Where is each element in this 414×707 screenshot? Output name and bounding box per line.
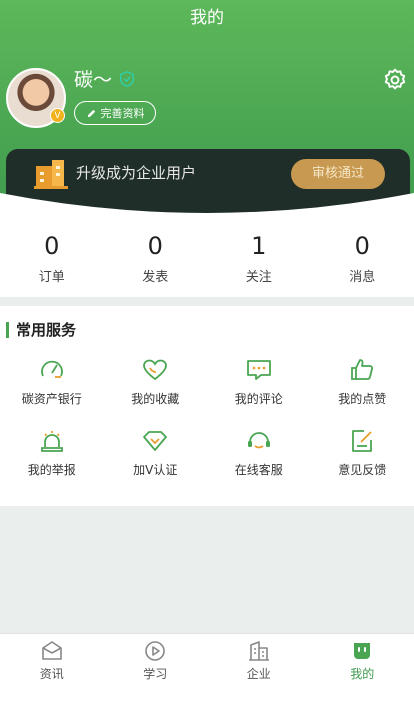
stat-label: 订单 (38, 270, 65, 285)
play-icon (145, 641, 166, 661)
services-grid: 碳资产银行 我的收藏 我的评论 我的点赞 我的举报 加V认证 在线客服 意见反馈 (0, 356, 414, 477)
stat-posts[interactable]: 0 发表 (104, 215, 208, 297)
stat-following[interactable]: 1 关注 (207, 215, 311, 297)
tab-news[interactable]: 资讯 (0, 634, 104, 707)
thumbs-up-icon (351, 359, 374, 380)
tab-profile[interactable]: 我的 (311, 634, 414, 707)
diamond-icon (143, 431, 168, 451)
stat-messages[interactable]: 0 消息 (311, 215, 414, 297)
service-support[interactable]: 在线客服 (207, 427, 311, 477)
service-carbon-bank[interactable]: 碳资产银行 (0, 356, 104, 406)
tab-learning[interactable]: 学习 (104, 634, 208, 707)
stat-value: 0 (44, 232, 60, 260)
username: 碳～ (74, 69, 113, 91)
profile-icon (354, 643, 371, 659)
stat-label: 消息 (349, 270, 376, 285)
stats-bar: 0 订单 0 发表 1 关注 0 消息 (0, 215, 414, 297)
stat-value: 0 (147, 232, 163, 260)
service-label: 碳资产银行 (21, 392, 82, 406)
verified-shield-icon (119, 71, 135, 87)
stat-value: 1 (251, 232, 267, 260)
pencil-icon (87, 109, 95, 117)
section-title: 常用服务 (6, 321, 76, 339)
service-label: 在线客服 (234, 463, 283, 477)
service-verification[interactable]: 加V认证 (104, 427, 208, 477)
service-label: 我的评论 (234, 392, 283, 406)
service-reports[interactable]: 我的举报 (0, 427, 104, 477)
stat-label: 关注 (245, 270, 272, 285)
complete-profile-label: 完善资料 (100, 107, 145, 120)
tab-label: 我的 (350, 667, 375, 681)
service-likes[interactable]: 我的点赞 (311, 356, 414, 406)
stat-value: 0 (354, 232, 370, 260)
stat-orders[interactable]: 0 订单 (0, 215, 104, 297)
service-label: 意见反馈 (338, 463, 387, 477)
upgrade-text: 升级成为企业用户 (76, 164, 197, 182)
stat-label: 发表 (142, 270, 169, 285)
feedback-icon (352, 430, 373, 452)
service-label: 我的举报 (27, 463, 76, 477)
tab-enterprise[interactable]: 企业 (207, 634, 311, 707)
gear-icon[interactable] (382, 67, 408, 93)
service-favorites[interactable]: 我的收藏 (104, 356, 208, 406)
news-icon (41, 641, 62, 660)
comment-icon (246, 360, 271, 380)
page-title: 我的 (190, 8, 224, 28)
service-label: 加V认证 (133, 463, 178, 477)
headset-icon (247, 432, 270, 449)
tab-label: 资讯 (39, 667, 64, 681)
service-label: 我的收藏 (131, 392, 180, 406)
complete-profile-button[interactable]: 完善资料 (74, 101, 156, 125)
building-icon (248, 641, 269, 661)
gauge-icon (40, 360, 63, 378)
services-panel: 常用服务 碳资产银行 我的收藏 我的评论 我的点赞 我的举报 加V认证 在线客服… (0, 306, 414, 506)
tab-label: 学习 (143, 667, 168, 681)
vip-badge: V (50, 108, 65, 123)
service-label: 我的点赞 (338, 392, 387, 406)
alarm-icon (40, 431, 63, 452)
service-comments[interactable]: 我的评论 (207, 356, 311, 406)
heart-icon (143, 359, 168, 381)
service-feedback[interactable]: 意见反馈 (311, 427, 414, 477)
tab-label: 企业 (246, 667, 271, 681)
bottom-tab-bar: 资讯 学习 企业 我的 (0, 633, 414, 707)
